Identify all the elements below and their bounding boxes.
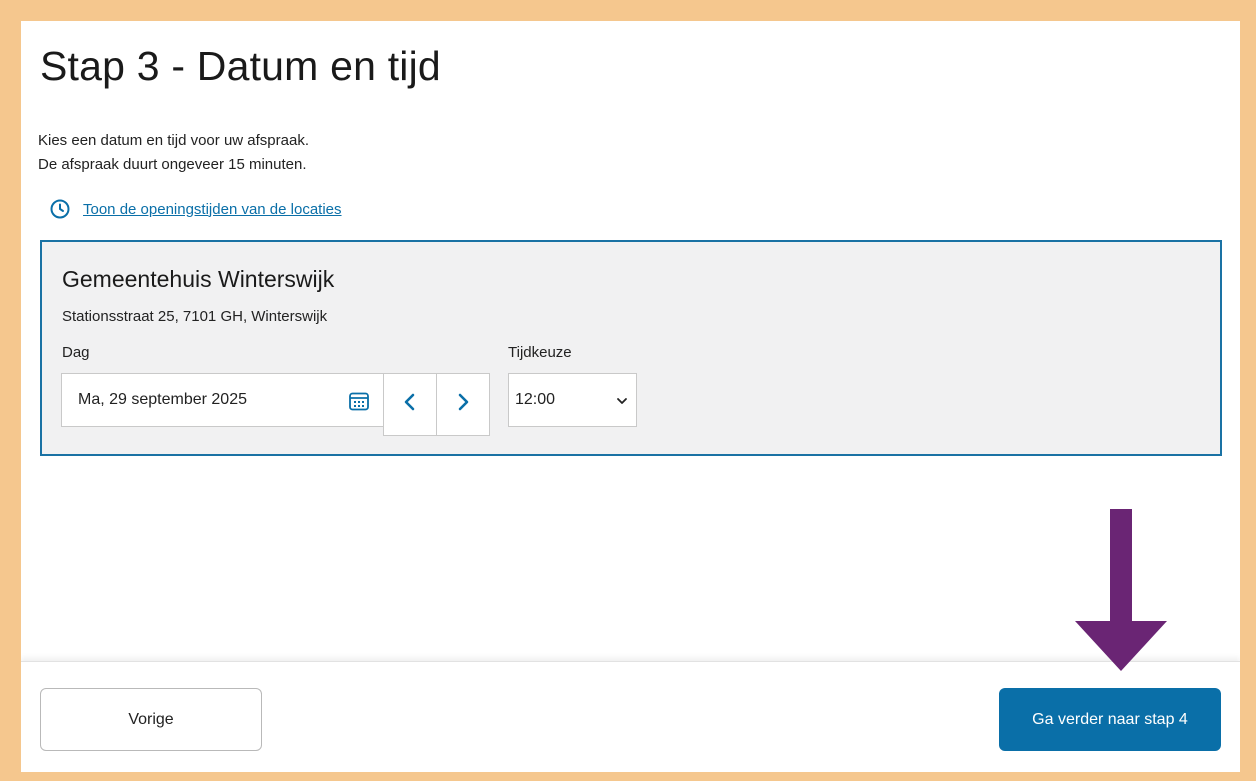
opening-hours-row: Toon de openingstijden van de locaties (49, 196, 342, 222)
opening-hours-link[interactable]: Toon de openingstijden van de locaties (83, 201, 342, 218)
day-label: Dag (62, 344, 90, 361)
time-value: 12:00 (515, 391, 556, 408)
previous-step-button[interactable]: Vorige (40, 688, 262, 751)
intro-line-1: Kies een datum en tijd voor uw afspraak. (38, 132, 309, 149)
app-frame: Stap 3 - Datum en tijd Kies een datum en… (21, 21, 1240, 772)
chevron-right-icon (456, 393, 470, 416)
intro-text: Kies een datum en tijd voor uw afspraak.… (38, 129, 309, 177)
chevron-left-icon (403, 393, 417, 416)
arrow-down-annotation (1071, 509, 1171, 671)
date-input[interactable]: Ma, 29 september 2025 (61, 373, 385, 427)
chevron-down-icon (616, 394, 628, 406)
time-label: Tijdkeuze (508, 344, 572, 361)
calendar-icon[interactable] (348, 390, 370, 412)
clock-icon (49, 198, 71, 220)
previous-day-button[interactable] (383, 373, 437, 436)
location-card: Gemeentehuis Winterswijk Stationsstraat … (40, 240, 1222, 456)
next-step-button[interactable]: Ga verder naar stap 4 (999, 688, 1221, 751)
date-value: Ma, 29 september 2025 (78, 391, 247, 408)
next-day-button[interactable] (436, 373, 490, 436)
footer-bar: Vorige Ga verder naar stap 4 (21, 661, 1240, 772)
time-select[interactable]: 12:00 (508, 373, 637, 427)
location-name: Gemeentehuis Winterswijk (62, 266, 335, 292)
intro-line-2: De afspraak duurt ongeveer 15 minuten. (38, 156, 307, 173)
page-title: Stap 3 - Datum en tijd (40, 43, 441, 89)
location-address: Stationsstraat 25, 7101 GH, Winterswijk (62, 308, 328, 325)
